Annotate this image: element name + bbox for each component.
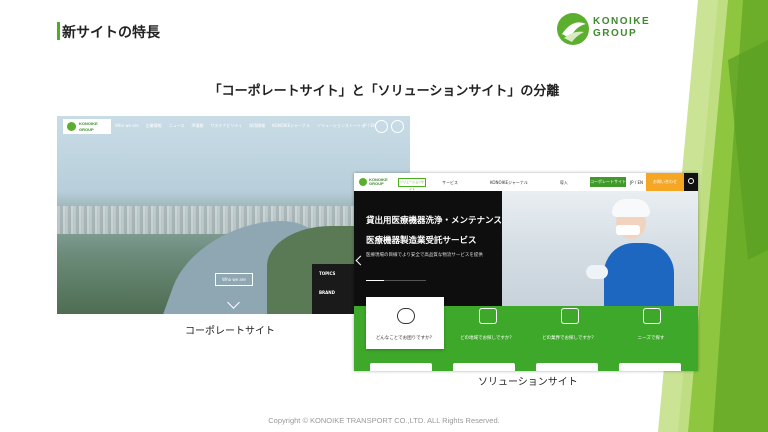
solution-caption: ソリューションサイト <box>478 377 578 388</box>
search-icon[interactable] <box>684 173 698 191</box>
corp-menu-item[interactable]: IR情報 <box>192 123 204 129</box>
corporate-logo[interactable]: KONOIKE GROUP <box>63 119 111 134</box>
logo-mark-icon <box>359 178 367 186</box>
corporate-icons <box>375 120 404 133</box>
who-we-are-button[interactable]: Who we are <box>215 273 253 286</box>
corp-menu-item[interactable]: ソリューションストーリー <box>317 123 365 129</box>
hero-title-line-2: 医療機器製造業受託サービス <box>366 236 477 246</box>
search-card-label: どの地域でお探しですか？ <box>460 336 514 341</box>
search-card-label: ニーズで探す <box>637 336 665 341</box>
logo-text: KONOIKE GROUP <box>593 16 650 40</box>
search-card-region[interactable]: どの地域でお探しですか？ <box>448 297 526 349</box>
sol-menu-item[interactable]: 導入 <box>560 180 568 186</box>
search-card-industry[interactable]: どの業界でお探しですか？ <box>530 297 608 349</box>
handshake-icon <box>397 308 415 324</box>
corp-menu-item[interactable]: 企業情報 <box>146 123 162 129</box>
corporate-logo-line-2: GROUP <box>79 127 94 132</box>
search-icon[interactable] <box>391 120 404 133</box>
copyright-footer: Copyright © KONOIKE TRANSPORT CO.,LTD. A… <box>268 416 500 425</box>
corporate-site-button[interactable]: コーポレートサイト <box>590 177 626 187</box>
logo-line-1: KONOIKE <box>593 16 651 27</box>
hero-subtitle: 医療現場の目線でより安全で高品質な物流サービスを提供 <box>366 253 483 258</box>
solution-logo[interactable]: KONOIKE GROUP <box>359 178 388 186</box>
search-card-issue[interactable]: どんなことでお困りですか？ <box>366 297 444 349</box>
corporate-caption: コーポレートサイト <box>185 326 275 337</box>
tab-outline[interactable] <box>369 362 433 371</box>
map-pin-icon <box>479 308 497 324</box>
tab-outline[interactable] <box>618 362 682 371</box>
topics-label: TOPICS <box>319 271 336 276</box>
worker-cap <box>612 199 650 217</box>
konoike-group-logo: KONOIKE GROUP <box>556 12 656 46</box>
document-icon <box>643 308 661 324</box>
carousel-progress[interactable] <box>366 280 426 281</box>
logo-line-2: GROUP <box>593 28 638 39</box>
search-card-label: どの業界でお探しですか？ <box>542 336 596 341</box>
solution-site-screenshot: KONOIKE GROUP ソリューションサイト サービス KONOIKEジャー… <box>354 173 698 371</box>
tab-outline[interactable] <box>452 362 516 371</box>
sol-menu-item[interactable]: サービス <box>442 180 458 186</box>
search-card-needs[interactable]: ニーズで探す <box>612 297 690 349</box>
konoike-logo-mark-icon <box>557 13 589 45</box>
search-card-label: どんなことでお困りですか？ <box>375 336 435 341</box>
corp-menu-item[interactable]: 採用情報 <box>249 123 265 129</box>
tab-outline[interactable] <box>535 362 599 371</box>
hero-title-line-1: 貸出用医療機器洗浄・メンテナンス <box>366 216 502 226</box>
logo-mark-icon <box>67 122 76 131</box>
solution-lang-switch[interactable]: JP / EN <box>630 180 643 185</box>
title-accent-bar <box>57 22 60 40</box>
worker-glove <box>586 265 608 279</box>
brand-label: BRAND <box>319 290 335 295</box>
solution-logo-line-2: GROUP <box>369 181 384 186</box>
corp-menu-item[interactable]: サステナビリティ <box>210 123 242 129</box>
corp-menu-item[interactable]: Who we are <box>115 123 139 129</box>
slide-heading: 「コーポレートサイト」と「ソリューションサイト」の分離 <box>208 84 560 99</box>
building-icon <box>561 308 579 324</box>
solution-menu: サービス KONOIKEジャーナル 導入 <box>442 180 568 186</box>
contact-button[interactable]: お問い合わせ <box>646 173 684 191</box>
slide-title: 新サイトの特長 <box>62 25 160 41</box>
sol-menu-item[interactable]: KONOIKEジャーナル <box>490 180 528 186</box>
corp-menu-item[interactable]: KONOIKEジャーナル <box>272 123 310 129</box>
corporate-nav: KONOIKE GROUP Who we are 企業情報 ニュース IR情報 … <box>57 116 410 136</box>
corporate-menu: Who we are 企業情報 ニュース IR情報 サステナビリティ 採用情報 … <box>115 123 365 129</box>
contact-icon[interactable] <box>375 120 388 133</box>
solution-nav: KONOIKE GROUP ソリューションサイト サービス KONOIKEジャー… <box>354 173 698 192</box>
corp-menu-item[interactable]: ニュース <box>169 123 185 129</box>
solution-site-tag: ソリューションサイト <box>398 178 426 191</box>
worker-mask <box>616 225 640 235</box>
